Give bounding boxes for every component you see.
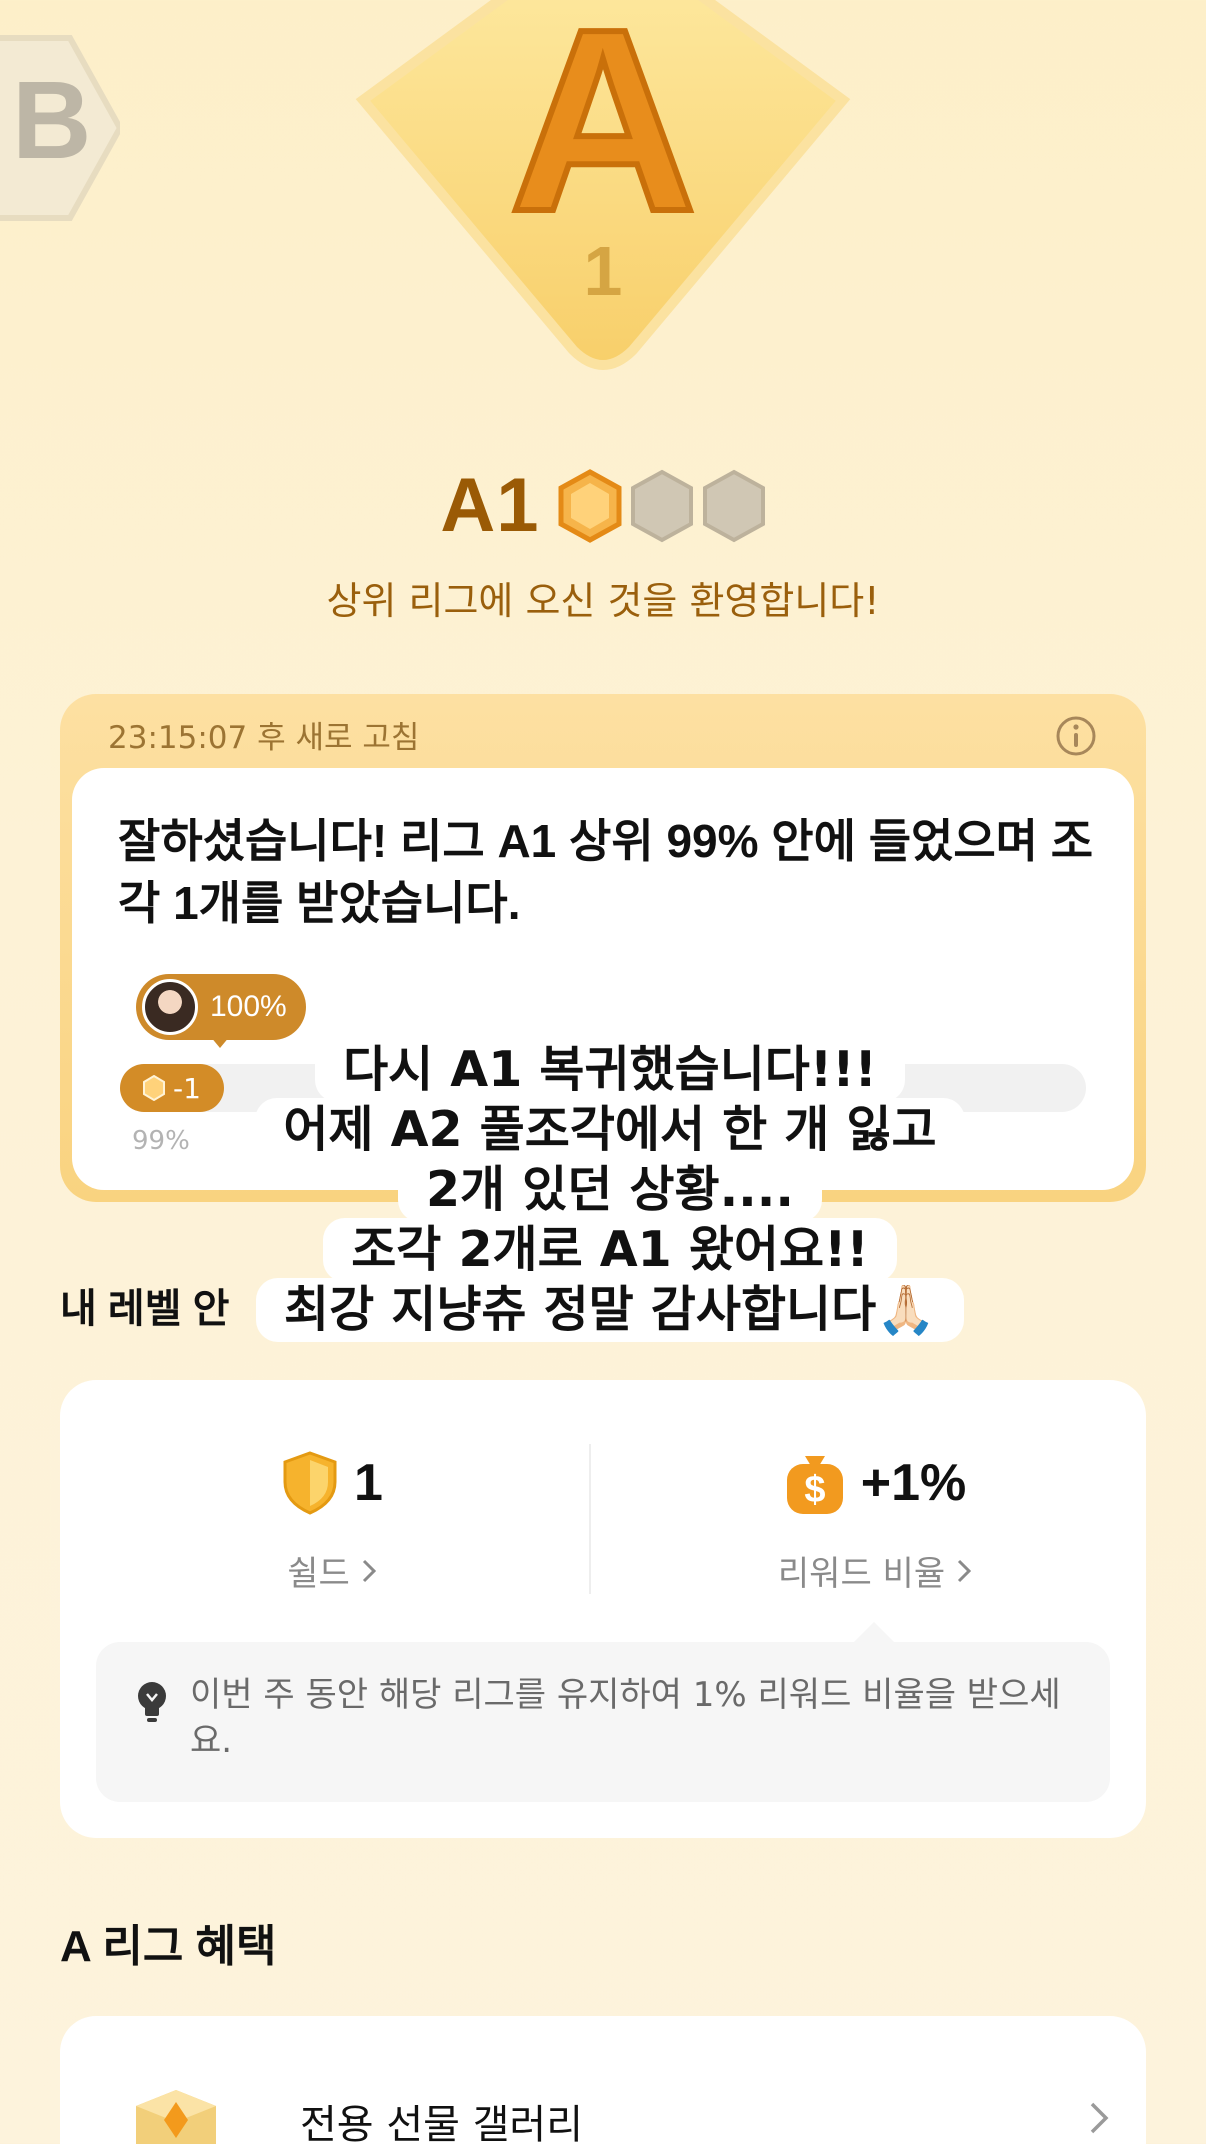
caption-line-last: 최강 지냥츄 정말 감사합니다🙏🏻 — [256, 1278, 964, 1342]
shield-value: 1 — [354, 1454, 383, 1512]
chevron-right-icon — [958, 1559, 972, 1582]
reward-rate-label: 리워드 비율 — [777, 1554, 946, 1594]
refresh-countdown: 23:15:07 후 새로 고침 — [108, 720, 420, 756]
lightbulb-icon — [138, 1682, 166, 1722]
caption-text: 최강 지냥츄 정말 감사합니다 — [284, 1281, 877, 1338]
shard-empty-icon — [630, 469, 693, 542]
caption-line: 조각 2개로 A1 왔어요!! — [323, 1218, 897, 1282]
avatar — [142, 979, 198, 1035]
svg-text:A: A — [509, 0, 697, 266]
shard-icon — [143, 1075, 166, 1101]
svg-text:$: $ — [804, 1469, 825, 1511]
reward-rate-stat[interactable]: $ +1% 리워드 비율 — [603, 1450, 1146, 1595]
league-badge-a1: A 1 — [355, 0, 851, 370]
top-user-marker: 100% — [136, 974, 306, 1040]
caption-line: 2개 있던 상황.... — [397, 1158, 823, 1222]
shield-icon — [283, 1451, 337, 1515]
shield-stat[interactable]: 1 쉴드 — [60, 1450, 603, 1595]
welcome-message: 상위 리그에 오신 것을 환영합니다! — [326, 579, 880, 623]
chevron-right-icon[interactable] — [1088, 2100, 1112, 2136]
league-result-message: 잘하셨습니다! 리그 A1 상위 99% 안에 들었으며 조각 1개를 받았습니… — [118, 815, 1094, 929]
shard-empty-icon — [702, 469, 765, 542]
chevron-right-icon — [362, 1559, 376, 1582]
gift-box-icon — [136, 2090, 216, 2144]
caption-line: 다시 A1 복귀했습니다!!! — [315, 1038, 905, 1102]
benefits-heading: A 리그 혜택 — [60, 1922, 277, 1971]
praying-hands-icon: 🙏🏻 — [876, 1282, 936, 1338]
money-bag-icon: $ — [786, 1456, 843, 1514]
reward-tip-text: 이번 주 동안 해당 리그를 유지하여 1% 리워드 비율을 받으세요. — [190, 1675, 1061, 1761]
caption-line: 어제 A2 풀조각에서 한 개 잃고 — [255, 1098, 965, 1162]
benefit-item-label: 전용 선물 갤러리 — [300, 2102, 584, 2144]
tip-pointer — [852, 1622, 896, 1644]
info-icon[interactable] — [1054, 714, 1098, 758]
svg-text:1: 1 — [584, 232, 623, 310]
shard-filled-icon — [558, 468, 622, 543]
league-title: A1 — [440, 463, 540, 548]
top-user-percent: 100% — [210, 990, 287, 1023]
league-title-row: A1 — [0, 462, 1206, 549]
shield-label: 쉴드 — [287, 1554, 350, 1594]
reward-rate-value: +1% — [860, 1454, 967, 1512]
user-caption-overlay: 다시 A1 복귀했습니다!!! 어제 A2 풀조각에서 한 개 잃고 2개 있던… — [180, 1038, 1040, 1342]
previous-league-badge: B — [0, 35, 120, 221]
svg-text:B: B — [12, 59, 91, 182]
